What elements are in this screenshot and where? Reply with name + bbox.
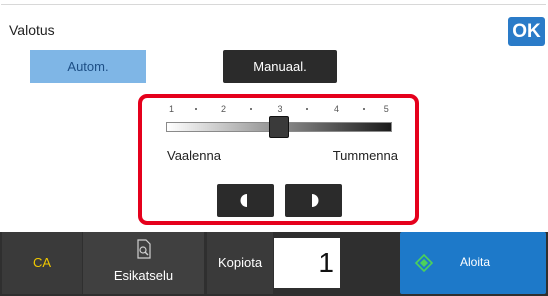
- start-button[interactable]: Aloita: [400, 232, 546, 294]
- tick-dot: [362, 108, 365, 110]
- tick-dot: [249, 108, 252, 110]
- ok-button[interactable]: OK: [508, 17, 545, 46]
- copies-input[interactable]: 1: [274, 238, 340, 288]
- auto-mode-button[interactable]: Autom.: [30, 50, 146, 83]
- start-label: Aloita: [460, 255, 491, 269]
- darker-button[interactable]: [285, 184, 342, 217]
- tick-label-3: 3: [277, 104, 283, 114]
- tick-label-4: 4: [333, 104, 340, 114]
- preview-button[interactable]: Esikatselu: [83, 232, 204, 294]
- copies-label: Kopiota: [207, 232, 273, 294]
- clear-all-button[interactable]: CA: [2, 232, 82, 294]
- half-circle-right-icon: [312, 194, 319, 207]
- tick-dot: [306, 108, 309, 110]
- half-circle-left-icon: [240, 194, 247, 207]
- preview-label: Esikatselu: [113, 268, 174, 283]
- manual-mode-button[interactable]: Manuaal.: [223, 50, 337, 83]
- lighter-label: Vaalenna: [167, 148, 221, 163]
- tick-label-2: 2: [220, 104, 227, 114]
- exposure-slider-thumb[interactable]: [269, 116, 289, 138]
- preview-icon: [137, 239, 151, 259]
- lighter-button[interactable]: [217, 184, 274, 217]
- tick-label-1: 1: [169, 104, 175, 114]
- page-title: Valotus: [9, 22, 55, 38]
- darker-label: Tummenna: [332, 148, 398, 163]
- start-diamond-icon: [415, 254, 433, 272]
- slider-ticks: 1 2 3 4 5: [167, 104, 393, 116]
- tick-label-5: 5: [383, 104, 389, 114]
- tick-dot: [195, 108, 198, 110]
- exposure-screen: Valotus OK Autom. Manuaal. 1 2 3 4 5 Vaa…: [0, 0, 548, 296]
